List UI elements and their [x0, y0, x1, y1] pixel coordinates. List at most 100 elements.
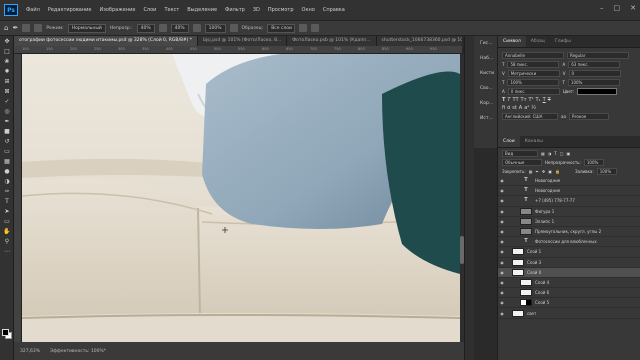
- layer-row[interactable]: ◉ T Новогодние: [498, 186, 640, 197]
- lasso-tool-icon[interactable]: ❀: [3, 58, 11, 66]
- layer-row[interactable]: ◉ T Фотосессии для влюбленных: [498, 237, 640, 248]
- visibility-eye-icon[interactable]: ◉: [498, 178, 506, 183]
- layer-row[interactable]: ◉ T +7 (495) 778-77-77: [498, 196, 640, 207]
- menu-edit[interactable]: Редактирование: [44, 7, 96, 13]
- menu-layers[interactable]: Слои: [139, 7, 160, 13]
- lock-pixels-icon[interactable]: ▦: [529, 169, 533, 174]
- menu-image[interactable]: Изображение: [95, 7, 139, 13]
- maximize-icon[interactable]: □: [614, 4, 621, 12]
- layer-name[interactable]: Слой 4: [535, 280, 549, 285]
- brush-tool-icon[interactable]: ✒: [12, 24, 18, 32]
- menu-select[interactable]: Выделение: [183, 7, 221, 13]
- zoom-tool-icon[interactable]: ⚲: [3, 238, 11, 246]
- layer-name[interactable]: Эллипс 1: [535, 219, 554, 224]
- layer-row[interactable]: ◉ Эллипс 1: [498, 217, 640, 227]
- frame-tool-icon[interactable]: ⊠: [3, 88, 11, 96]
- eraser-tool-icon[interactable]: ▭: [3, 148, 11, 156]
- layer-name[interactable]: Фигура 1: [535, 209, 554, 214]
- pressure-size-icon[interactable]: [299, 24, 308, 32]
- dock-brushes[interactable]: Кисти: [474, 66, 497, 81]
- layer-row[interactable]: ◉ Прямоугольник, скругл. углы 2: [498, 227, 640, 238]
- underline-icon[interactable]: T: [543, 97, 546, 103]
- stylistic-icon[interactable]: A: [519, 105, 522, 111]
- visibility-eye-icon[interactable]: ◉: [498, 239, 506, 244]
- healing-tool-icon[interactable]: ◎: [3, 108, 11, 116]
- layer-row[interactable]: ◉ Слой 3: [498, 258, 640, 268]
- menu-file[interactable]: Файл: [22, 7, 44, 13]
- tab-document-3[interactable]: ФотоЛаско.psb @ 101% (Кдапп...: [287, 36, 377, 46]
- sample-select[interactable]: Все слои: [267, 23, 296, 33]
- layer-name[interactable]: Слой 6: [535, 290, 549, 295]
- layer-filter-select[interactable]: Вид: [502, 150, 538, 157]
- font-size-field[interactable]: 58 пикс.: [507, 61, 560, 68]
- ordinals-icon[interactable]: aᵃ: [524, 105, 529, 111]
- type-tool-icon[interactable]: T: [3, 198, 11, 206]
- visibility-eye-icon[interactable]: ◉: [498, 249, 506, 254]
- blur-tool-icon[interactable]: ●: [3, 168, 11, 176]
- visibility-eye-icon[interactable]: ◉: [498, 270, 506, 275]
- home-icon[interactable]: ⌂: [4, 24, 8, 32]
- history-brush-tool-icon[interactable]: ↺: [3, 138, 11, 146]
- layer-row[interactable]: ◉ Слой 1: [498, 247, 640, 258]
- superscript-icon[interactable]: T¹: [528, 97, 533, 103]
- layer-name[interactable]: +7 (495) 778-77-77: [535, 198, 575, 203]
- dodge-tool-icon[interactable]: ◑: [3, 178, 11, 186]
- close-icon[interactable]: ✕: [630, 4, 636, 12]
- opacity-field[interactable]: 40%: [136, 23, 155, 33]
- minimize-icon[interactable]: –: [600, 4, 604, 12]
- strikethrough-icon[interactable]: T: [548, 97, 551, 103]
- subscript-icon[interactable]: T₁: [536, 97, 541, 103]
- visibility-eye-icon[interactable]: ◉: [498, 219, 506, 224]
- angle-icon[interactable]: [229, 24, 238, 32]
- menu-type[interactable]: Текст: [160, 7, 183, 13]
- layer-row[interactable]: ◉ Слой 6: [498, 288, 640, 299]
- faux-italic-icon[interactable]: T: [507, 97, 510, 103]
- move-tool-icon[interactable]: ✥: [3, 38, 11, 46]
- lock-artboard-icon[interactable]: ▣: [548, 169, 552, 174]
- layer-row[interactable]: ◉ Слой 0: [498, 267, 640, 278]
- filter-smart-icon[interactable]: ▣: [567, 151, 571, 156]
- zoom-level[interactable]: 327,63%: [20, 349, 40, 354]
- visibility-eye-icon[interactable]: ◉: [498, 229, 506, 234]
- swash-icon[interactable]: st: [512, 105, 517, 111]
- layer-opacity-field[interactable]: 100%: [583, 159, 604, 166]
- visibility-eye-icon[interactable]: ◉: [498, 260, 506, 265]
- tab-glyphs[interactable]: Глифы: [550, 36, 576, 47]
- lock-all-icon[interactable]: 🔒: [555, 169, 560, 174]
- leading-field[interactable]: 63 пикс.: [568, 61, 621, 68]
- menu-window[interactable]: Окно: [298, 7, 319, 13]
- dock-histogram[interactable]: Гис...: [474, 36, 497, 51]
- quick-select-tool-icon[interactable]: ✹: [3, 68, 11, 76]
- flow-field[interactable]: 40%: [170, 23, 189, 33]
- fill-field[interactable]: 100%: [596, 168, 617, 175]
- all-caps-icon[interactable]: TT: [512, 97, 518, 103]
- font-family-select[interactable]: Annabelle: [502, 52, 564, 59]
- fractions-icon[interactable]: ½: [531, 105, 536, 111]
- tab-layers[interactable]: Слои: [498, 136, 520, 147]
- layer-name[interactable]: Слой 3: [527, 260, 541, 265]
- menu-view[interactable]: Просмотр: [264, 7, 298, 13]
- menu-3d[interactable]: 3D: [249, 7, 264, 13]
- visibility-eye-icon[interactable]: ◉: [498, 209, 506, 214]
- lock-move-icon[interactable]: ✥: [542, 169, 545, 174]
- layer-row[interactable]: ◉ Слой 5: [498, 298, 640, 309]
- marquee-tool-icon[interactable]: □: [3, 48, 11, 56]
- more-tools-icon[interactable]: ⋯: [3, 248, 11, 256]
- layer-name[interactable]: Слой 0: [527, 270, 541, 275]
- pen-tool-icon[interactable]: ✑: [3, 188, 11, 196]
- tracking-field[interactable]: 0: [568, 70, 621, 77]
- layer-row[interactable]: ◉ T Новогодние: [498, 176, 640, 187]
- small-caps-icon[interactable]: Tт: [521, 97, 527, 103]
- layer-row[interactable]: ◉ Слой 4: [498, 278, 640, 289]
- smoothing-field[interactable]: 100%: [204, 23, 226, 33]
- layer-row[interactable]: ◉ Фигура 1: [498, 207, 640, 217]
- visibility-eye-icon[interactable]: ◉: [498, 311, 506, 316]
- airbrush-icon[interactable]: [192, 24, 201, 32]
- tab-character[interactable]: Символ: [498, 36, 526, 47]
- visibility-eye-icon[interactable]: ◉: [498, 188, 506, 193]
- eyedropper-tool-icon[interactable]: ✓: [3, 98, 11, 106]
- filter-adjust-icon[interactable]: ◑: [548, 151, 552, 156]
- tab-document-2[interactable]: bjsj.psd @ 101% (Фото/Ласко, 8...: [198, 36, 288, 46]
- layer-name[interactable]: Фотосессии для влюбленных: [535, 239, 597, 244]
- menu-filter[interactable]: Фильтр: [221, 7, 249, 13]
